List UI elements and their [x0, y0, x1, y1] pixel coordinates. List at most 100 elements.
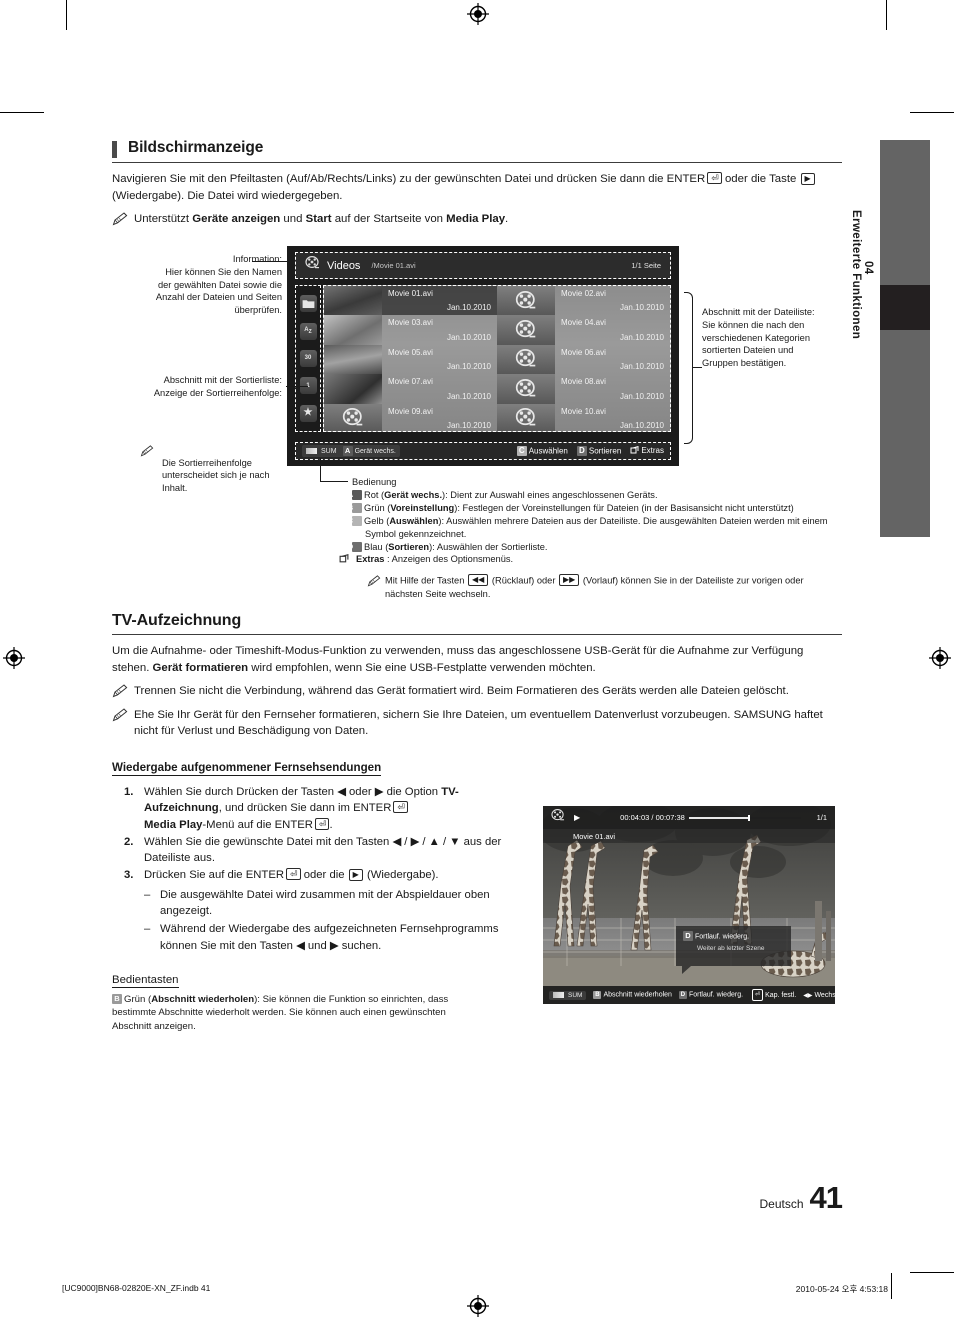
file-name: Movie 09.avi	[388, 406, 433, 416]
crop-mark-top-right-v	[886, 0, 888, 30]
tooltip-title: Fortlauf. wiederg.	[695, 933, 750, 941]
figure-recorded-tv-player: ▶ 00:04:03 / 00:07:38 1/1 Movie 01.avi D…	[543, 806, 835, 1004]
bedienung-bold: Extras	[356, 554, 385, 565]
fastforward-key-glyph: ▶▶	[559, 574, 580, 587]
figure-media-play-file-list: Videos /Movie 01.avi 1/1 Seite AZ 30 1 ★…	[287, 246, 679, 466]
player-footer-action[interactable]: D Fortlauf. wiederg.	[678, 991, 744, 999]
bedienung-post: ): Auswählen der Sortierliste.	[429, 541, 548, 552]
film-reel-icon-thumb	[324, 403, 382, 431]
note-text-b: und	[280, 213, 306, 226]
star-icon[interactable]: ★	[299, 404, 317, 422]
filelist-body: AZ 30 1 ★ Movie 01.avi Jan.10.2010 Movie 0…	[295, 285, 671, 432]
bedienung-bold: Gerät wechs.	[384, 489, 443, 500]
file-list-item[interactable]: Movie 05.avi Jan.10.2010	[324, 344, 497, 375]
file-list-item[interactable]: Movie 09.avi Jan.10.2010	[324, 403, 497, 431]
action-extras[interactable]: Extras	[630, 445, 664, 456]
callout-information: Information: Hier können Sie den Namen d…	[155, 254, 282, 316]
filelist-page-indicator: 1/1 Seite	[631, 261, 661, 270]
bedientasten-text: B Grün (Abschnitt wiederholen): Sie könne…	[112, 993, 484, 1033]
file-thumbnail	[324, 374, 382, 404]
enter-key-glyph-step3: ⏎	[286, 868, 301, 881]
file-name: Movie 06.avi	[561, 347, 606, 357]
file-info: Movie 04.avi Jan.10.2010	[555, 315, 670, 344]
D-key-icon-player: D	[678, 991, 687, 999]
crop-mark-top-left-v	[66, 0, 68, 30]
note-text-d: .	[505, 213, 509, 226]
bedienung-pre: Gelb (	[364, 515, 390, 526]
file-list-item[interactable]: Movie 02.avi Jan.10.2010	[497, 286, 670, 316]
film-reel-icon-thumb	[497, 286, 555, 316]
pencil-icon-bedienung	[367, 575, 381, 587]
calendar-30-icon[interactable]: 30	[299, 349, 317, 367]
player-sum-label: SUM	[568, 991, 583, 999]
player-progress-bar[interactable]	[689, 815, 801, 821]
film-reel-icon-thumb	[497, 344, 555, 375]
folder-icon[interactable]	[299, 295, 317, 313]
file-list-item[interactable]: Movie 06.avi Jan.10.2010	[497, 344, 670, 375]
file-name: Movie 03.avi	[388, 318, 433, 328]
step3-dash-1: Die ausgewählte Datei wird zusammen mit …	[144, 887, 532, 920]
file-list-item[interactable]: Movie 04.avi Jan.10.2010	[497, 315, 670, 345]
section2-bold-format: Gerät formatieren	[152, 661, 249, 674]
step3-dashes: Die ausgewählte Datei wird zusammen mit …	[144, 887, 532, 954]
rewind-key-glyph: ◀◀	[467, 574, 489, 587]
bedientasten-bold: Abschnitt wiederholen	[151, 993, 255, 1005]
callout-filelist: Abschnitt mit der Dateiliste: Sie können…	[702, 307, 815, 369]
file-list-item[interactable]: Movie 10.avi Jan.10.2010	[497, 403, 670, 431]
bedienung-line: Extras : Anzeigen des Optionsmenüs.	[339, 553, 842, 567]
bedientasten-pre: Grün (	[124, 993, 152, 1005]
subheading-wrapper: Wiedergabe aufgenommener Fernsehsendunge…	[112, 758, 842, 776]
sortieren-label: Sortieren	[588, 446, 622, 456]
print-footer-timestamp: 2010-05-24 오후 4:53:18	[795, 1284, 888, 1294]
step1-bold-mediaplay: Media Play	[144, 818, 203, 831]
player-sum-indicator: SUM	[549, 990, 587, 1000]
film-reel-icon-thumb	[497, 374, 555, 404]
bedienung-pre: Grün (	[364, 502, 391, 513]
film-reel-icon-player	[551, 808, 565, 827]
file-date: Jan.10.2010	[446, 303, 491, 313]
file-list-item[interactable]: Movie 08.avi Jan.10.2010	[497, 374, 670, 404]
enter-key-glyph-step1b: ⏎	[314, 817, 330, 830]
play-status-icon: ▶	[574, 813, 581, 822]
step2-text: Wählen Sie die gewünschte Datei mit den …	[144, 835, 502, 865]
bedienung-post: ): Dient zur Auswahl eines angeschlossen…	[442, 489, 658, 500]
player-footer-action[interactable]: B Abschnitt wiederholen	[593, 991, 672, 999]
sort-list-sidebar[interactable]: AZ 30 1 ★	[295, 285, 321, 432]
action-auswaehlen[interactable]: C Auswählen	[516, 446, 568, 456]
file-info: Movie 03.avi Jan.10.2010	[382, 315, 497, 344]
file-info: Movie 07.avi Jan.10.2010	[382, 374, 497, 403]
tooltip-subtitle: Weiter ab letzter Szene	[697, 945, 765, 952]
file-list-item[interactable]: Movie 07.avi Jan.10.2010	[324, 374, 497, 404]
subheading-wiedergabe: Wiedergabe aufgenommener Fernsehsendunge…	[112, 760, 382, 776]
step1-text-d: .	[329, 818, 333, 831]
action-sortieren[interactable]: D Sortieren	[576, 446, 622, 456]
bedienung-line: A Rot (Gerät wechs.): Dient zur Auswahl e…	[348, 489, 842, 502]
filelist-footer-actions: C Auswählen D Sortieren Extras	[516, 445, 664, 456]
file-list-item[interactable]: Movie 03.avi Jan.10.2010	[324, 315, 497, 345]
player-bottom-bar: SUM B Abschnitt wiederholen D Fortlauf. wie…	[543, 986, 835, 1004]
progress-thumb[interactable]	[748, 815, 751, 821]
sum-indicator: SUM A Gerät wechs.	[302, 445, 400, 457]
bedienung-line: C Gelb (Auswählen): Auswählen mehrere Dat…	[348, 515, 842, 541]
B-key-icon-player: B	[593, 991, 602, 999]
chapter-number: 04	[862, 261, 874, 275]
bedienung-block: Bedienung A Rot (Gerät wechs.): Dient zur…	[339, 476, 842, 601]
player-footer-action[interactable]: ⏎ Kap. festl.	[750, 989, 796, 1001]
callout-sortlist-title: Abschnitt mit der Sortierliste: Anzeige …	[153, 375, 282, 398]
player-footer-label: Kap. festl.	[765, 992, 797, 999]
note-media-play: Unterstützt Geräte anzeigen und Start au…	[112, 211, 842, 228]
note-text-a: Unterstützt	[134, 213, 193, 226]
play-key-glyph: ▶	[800, 172, 815, 185]
file-list-item[interactable]: Movie 01.avi Jan.10.2010	[324, 286, 497, 316]
intro-text-b: oder die Taste	[721, 173, 800, 185]
file-list-grid[interactable]: Movie 01.avi Jan.10.2010 Movie 02.avi Jan.1…	[323, 285, 671, 432]
sort-az-icon[interactable]: AZ	[299, 322, 317, 340]
player-footer-label: Fortlauf. wiederg.	[688, 991, 744, 999]
bedienung-line: D Blau (Sortieren): Auswählen der Sortier…	[348, 541, 842, 554]
blue-key-icon: D	[576, 446, 587, 456]
bedienung-post: ): Festlegen der Voreinstellungen für Da…	[454, 502, 794, 513]
player-footer-action[interactable]: ◀▶Wechseln	[803, 992, 835, 999]
device-change-label: Gerät wechs.	[354, 447, 396, 455]
enter-key-icon-player: ⏎	[752, 989, 764, 1001]
step-3: Drücken Sie auf die ENTER ⏎ oder die ▶ (W…	[112, 867, 532, 953]
